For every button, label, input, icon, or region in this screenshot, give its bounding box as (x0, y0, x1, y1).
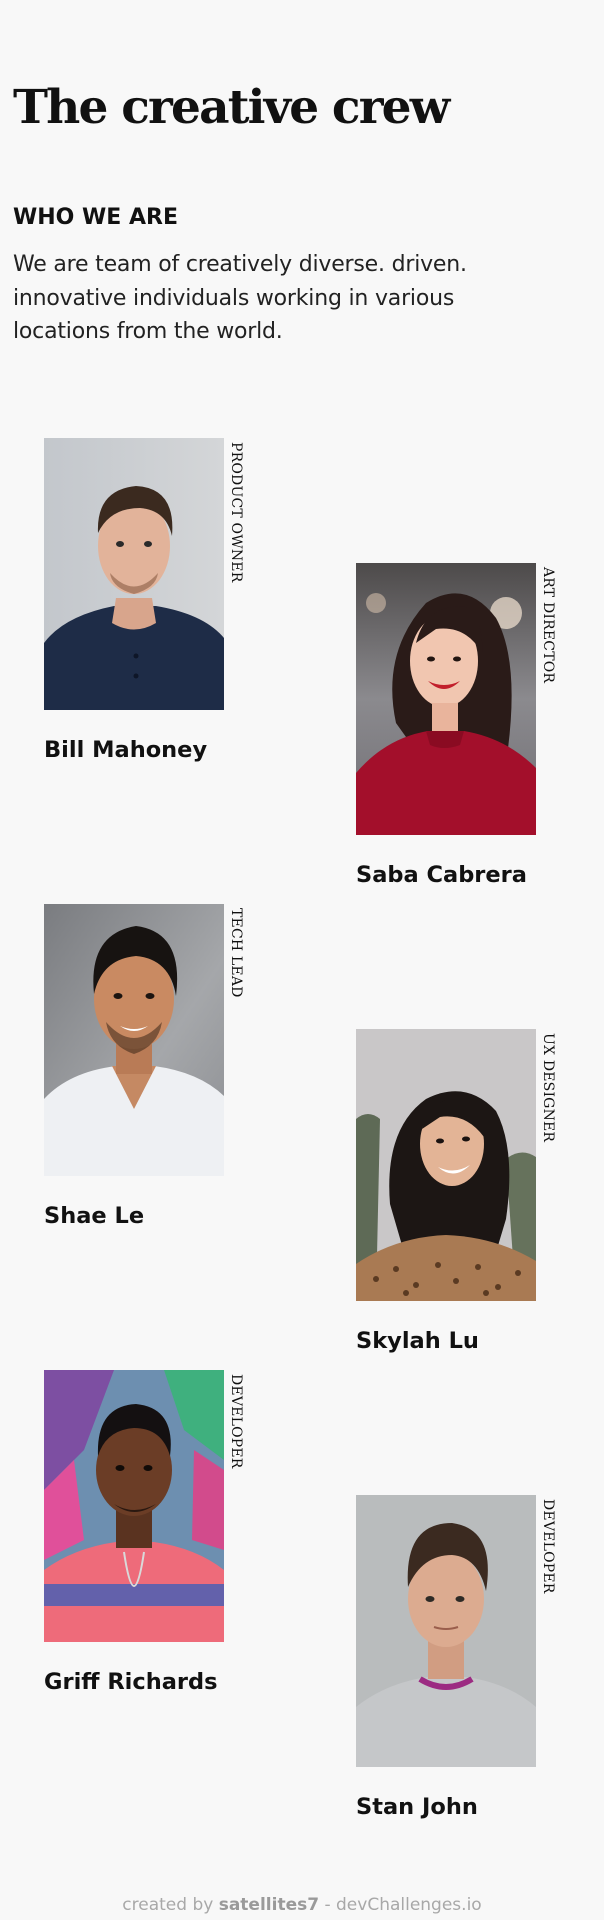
footer-suffix: - devChallenges.io (324, 1895, 482, 1915)
team-member-name: Bill Mahoney (44, 737, 208, 763)
team-member-role: DEVELOPER (540, 1499, 556, 1594)
team-member-name: Griff Richards (44, 1669, 218, 1695)
team-member-role: DEVELOPER (228, 1374, 244, 1469)
team-member-photo (44, 904, 224, 1176)
team-member-photo (44, 438, 224, 710)
team-member-name: Saba Cabrera (356, 862, 527, 888)
team-member-photo (356, 1495, 536, 1767)
team-member-photo (356, 1029, 536, 1301)
team-member-photo (356, 563, 536, 835)
footer-author-link[interactable]: satellites7 (219, 1895, 319, 1915)
footer-prefix: created by (122, 1895, 214, 1915)
team-member-role: ART DIRECTOR (540, 567, 556, 684)
section-heading: WHO WE ARE (13, 205, 178, 230)
page-title: The creative crew (13, 80, 450, 135)
team-member-name: Stan John (356, 1794, 478, 1820)
team-member-role: PRODUCT OWNER (228, 442, 244, 583)
team-member-role: TECH LEAD (228, 908, 244, 998)
team-member-name: Skylah Lu (356, 1328, 479, 1354)
intro-text: We are team of creatively diverse. drive… (13, 252, 467, 344)
team-member-role: UX DESIGNER (540, 1033, 556, 1143)
footer-credits: created by satellites7 - devChallenges.i… (0, 1895, 604, 1915)
team-member-photo (44, 1370, 224, 1642)
team-member-name: Shae Le (44, 1203, 145, 1229)
